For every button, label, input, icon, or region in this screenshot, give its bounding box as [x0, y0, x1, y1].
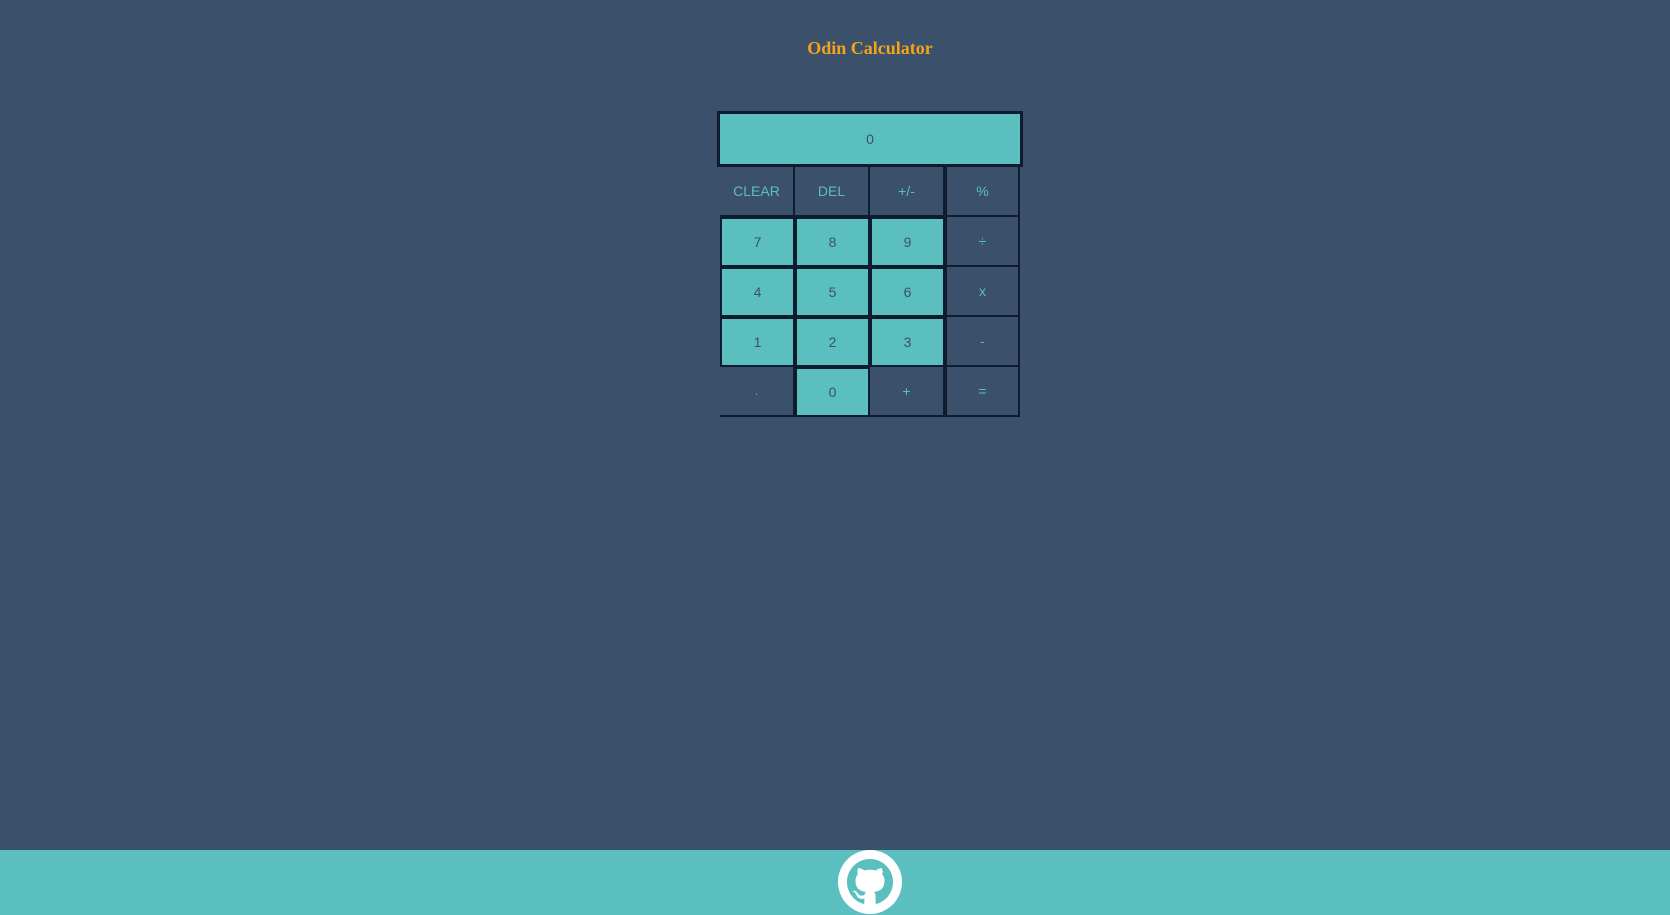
delete-button[interactable]: DEL	[795, 167, 870, 217]
clear-button[interactable]: CLEAR	[720, 167, 795, 217]
subtract-button[interactable]: -	[945, 317, 1020, 367]
digit-1-button[interactable]: 1	[720, 317, 795, 367]
digit-0-button[interactable]: 0	[795, 367, 870, 417]
calculator: 0 CLEAR DEL +/-% 7 8 9 ÷ 4 5 6 x 1 2 3-. 0 + =	[717, 111, 1023, 417]
digit-2-button[interactable]: 2	[795, 317, 870, 367]
digit-4-button[interactable]: 4	[720, 267, 795, 317]
digit-7-button[interactable]: 7	[720, 217, 795, 267]
decimal-button[interactable]: .	[720, 367, 795, 417]
multiply-button[interactable]: x	[945, 267, 1020, 317]
github-icon	[838, 850, 902, 914]
toggle-sign-button[interactable]: +/-	[870, 167, 945, 217]
add-button[interactable]: +	[870, 367, 945, 417]
digit-8-button[interactable]: 8	[795, 217, 870, 267]
equals-button[interactable]: =	[945, 367, 1020, 417]
page-title: Odin Calculator	[807, 38, 933, 58]
percent-button[interactable]: %	[945, 167, 1020, 217]
github-link[interactable]	[838, 850, 902, 914]
digit-9-button[interactable]: 9	[870, 217, 945, 267]
digit-5-button[interactable]: 5	[795, 267, 870, 317]
display-value: 0	[866, 131, 874, 147]
calculator-display: 0	[717, 111, 1023, 167]
digit-3-button[interactable]: 3	[870, 317, 945, 367]
keypad: CLEAR DEL +/-% 7 8 9 ÷ 4 5 6 x 1 2 3-. 0 + =	[720, 167, 1023, 417]
digit-6-button[interactable]: 6	[870, 267, 945, 317]
divide-button[interactable]: ÷	[945, 217, 1020, 267]
footer	[0, 850, 1670, 915]
